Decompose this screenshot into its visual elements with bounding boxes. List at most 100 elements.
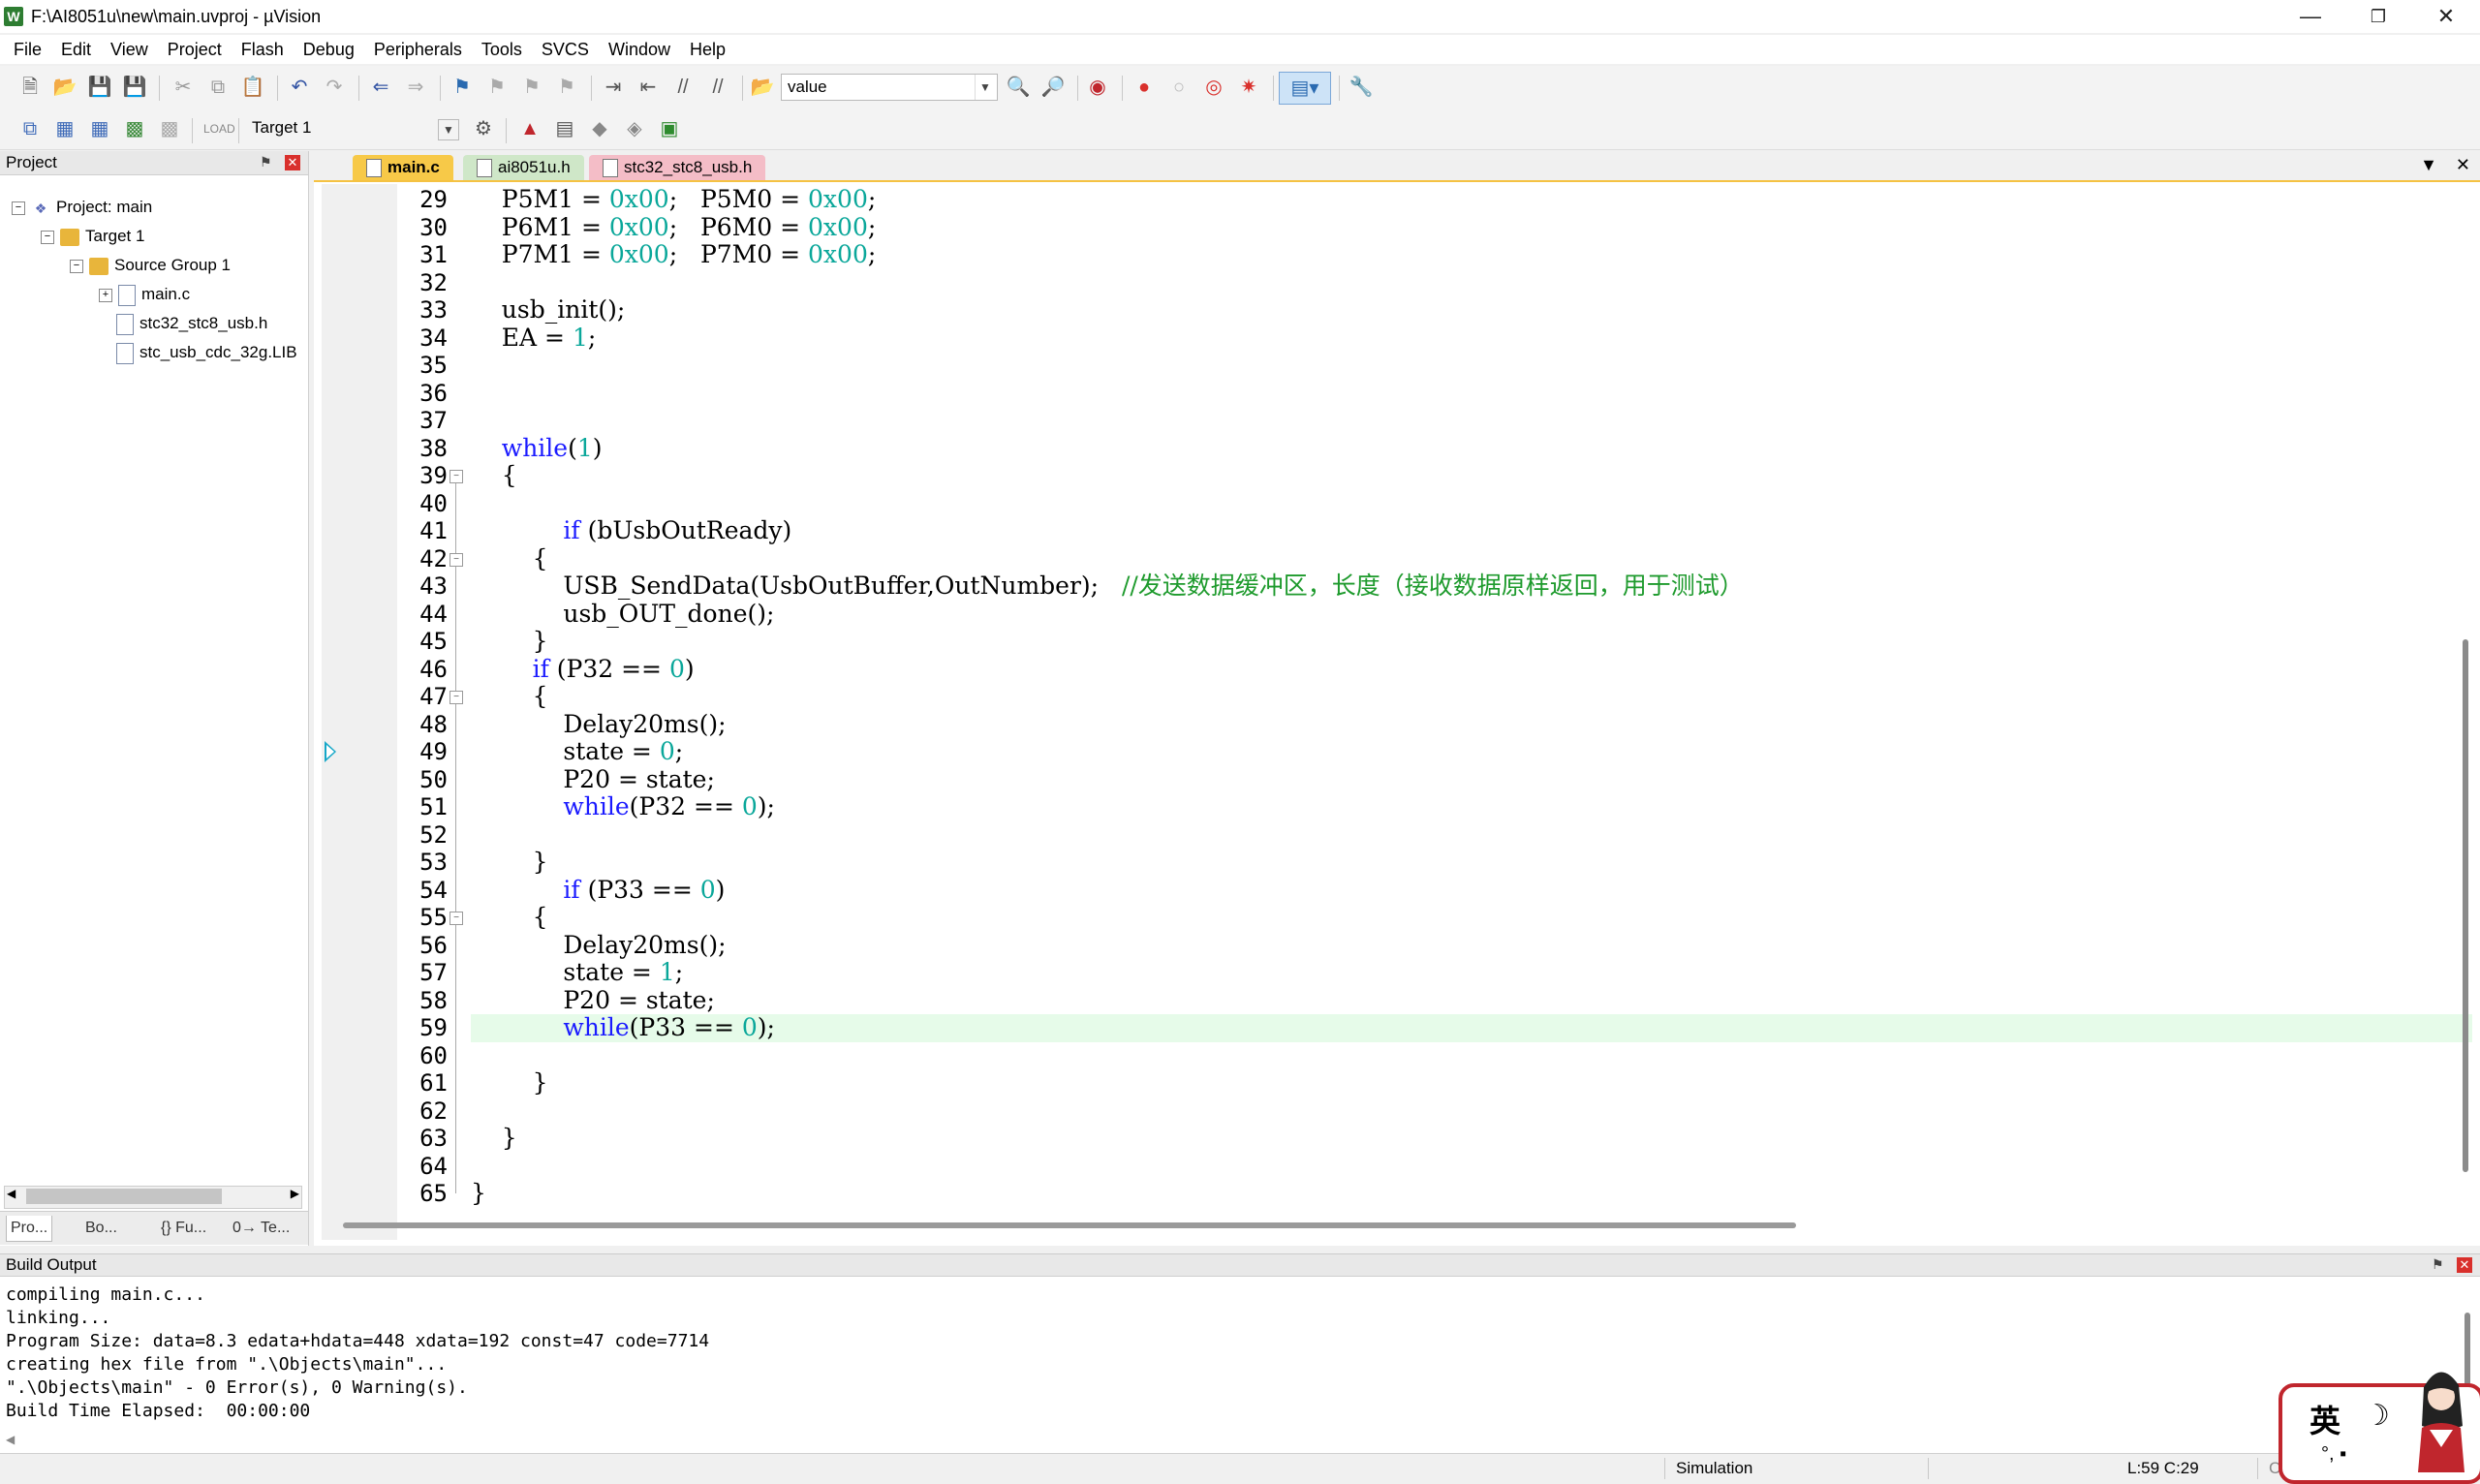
menu-svcs[interactable]: SVCS [532,35,599,64]
kill-all-breakpoints-icon[interactable]: ✷ [1236,75,1261,100]
code-line[interactable] [471,1042,2472,1070]
comment-icon[interactable]: // [670,75,696,100]
manage-components-icon[interactable]: ▤ [552,116,577,141]
tab-books[interactable]: Bo... [81,1216,121,1241]
code-line[interactable]: P7M1 = 0x00; P7M0 = 0x00; [471,240,2472,269]
new-file-icon[interactable]: 🗎 [17,75,43,100]
code-line[interactable]: if (P32 == 0) [471,655,2472,684]
ime-status-widget[interactable]: 英 ☽ °, ▪ [2278,1372,2480,1484]
find-icon[interactable]: 🔍 [1006,75,1031,100]
code-line[interactable]: P20 = state; [471,765,2472,794]
disable-all-breakpoints-icon[interactable]: ◎ [1201,75,1226,100]
window-layout-icon[interactable]: ▤▾ [1279,72,1331,105]
code-text[interactable]: P5M1 = 0x00; P5M0 = 0x00; P6M1 = 0x00; P… [471,185,2472,1208]
close-icon[interactable]: ✕ [2457,1257,2472,1273]
copy-icon[interactable]: ⧉ [205,75,231,100]
save-icon[interactable]: 💾 [87,75,112,100]
redo-icon[interactable]: ↷ [322,75,347,100]
code-line[interactable] [471,490,2472,518]
close-icon[interactable]: ✕ [285,155,300,170]
code-line[interactable] [471,1153,2472,1181]
clear-bookmarks-icon[interactable]: ⚑ [554,75,579,100]
code-line[interactable]: Delay20ms(); [471,710,2472,739]
collapse-icon[interactable]: − [12,201,25,215]
run-time-env-icon[interactable]: ◈ [622,116,647,141]
tab-project[interactable]: Pro... [6,1216,53,1242]
close-icon[interactable]: ✕ [2456,155,2470,174]
code-line[interactable]: while(P33 == 0); [471,1013,2472,1042]
paste-icon[interactable]: 📋 [240,75,265,100]
editor-vertical-scrollbar[interactable] [2461,184,2474,1240]
fold-toggle-icon[interactable]: − [450,691,463,704]
file-extensions-icon[interactable]: ▲ [517,116,542,141]
code-line[interactable]: { [471,461,2472,490]
scrollbar-thumb[interactable] [2463,639,2468,1172]
code-line[interactable] [471,380,2472,408]
tab-ai8051u-h[interactable]: ai8051u.h [463,155,584,180]
menu-flash[interactable]: Flash [232,35,294,64]
tab-stc32-stc8-usb-h[interactable]: stc32_stc8_usb.h [589,155,766,180]
pin-icon[interactable]: ⚑ [260,154,272,170]
code-line[interactable]: P5M1 = 0x00; P5M0 = 0x00; [471,185,2472,214]
tree-item-project[interactable]: − ❖ Project: main [12,194,152,221]
code-line[interactable]: } [471,848,2472,877]
chevron-down-icon[interactable]: ▼ [975,75,995,100]
save-all-icon[interactable]: 💾 [122,75,147,100]
select-packs-icon[interactable]: ◆ [587,116,612,141]
tree-item-main-c[interactable]: + main.c [99,281,190,308]
find-in-files-icon[interactable]: 📂 [750,75,775,100]
scroll-right-icon[interactable]: ▶ [291,1187,299,1200]
code-line[interactable] [471,821,2472,850]
menu-help[interactable]: Help [680,35,735,64]
download-icon[interactable]: LOAD [203,116,235,141]
menu-view[interactable]: View [101,35,158,64]
code-line[interactable]: } [471,1068,2472,1098]
menu-file[interactable]: File [0,35,51,64]
moon-icon[interactable]: ☽ [2364,1399,2390,1433]
scrollbar-thumb[interactable] [26,1189,222,1204]
code-line[interactable] [471,269,2472,297]
menu-tools[interactable]: Tools [472,35,532,64]
tab-list-icon[interactable]: ▼ [2420,155,2437,174]
scroll-left-icon[interactable]: ◀ [6,1433,15,1446]
minimize-button[interactable]: — [2277,0,2344,33]
fold-toggle-icon[interactable]: − [450,552,463,567]
tab-templates[interactable]: 0→ Te... [229,1216,294,1241]
code-line[interactable]: while(P32 == 0); [471,792,2472,821]
indent-icon[interactable]: ⇥ [601,75,626,100]
code-line[interactable]: } [471,1124,2472,1153]
tree-item-usb-header[interactable]: stc32_stc8_usb.h [116,310,267,337]
fold-toggle-icon[interactable]: − [450,470,463,483]
code-line[interactable]: P20 = state; [471,986,2472,1015]
code-line[interactable]: usb_OUT_done(); [471,600,2472,629]
code-line[interactable] [471,407,2472,435]
target-select[interactable]: Target 1 ▼ [246,115,461,142]
menu-peripherals[interactable]: Peripherals [364,35,472,64]
code-line[interactable]: { [471,903,2472,932]
tree-item-usb-lib[interactable]: stc_usb_cdc_32g.LIB [116,339,306,366]
next-bookmark-icon[interactable]: ⚑ [519,75,544,100]
chevron-down-icon[interactable]: ▼ [438,119,459,140]
code-line[interactable] [471,352,2472,380]
menu-edit[interactable]: Edit [51,35,101,64]
unindent-icon[interactable]: ⇤ [636,75,661,100]
disable-breakpoint-icon[interactable]: ○ [1166,75,1192,100]
collapse-icon[interactable]: − [41,230,54,244]
code-line[interactable]: usb_init(); [471,295,2472,325]
code-line[interactable]: while(1) [471,434,2472,463]
batch-build-icon[interactable]: ▩ [122,116,147,141]
code-line[interactable]: Delay20ms(); [471,931,2472,960]
nav-back-icon[interactable]: ⇐ [368,75,393,100]
stop-build-icon[interactable]: ▩ [157,116,182,141]
nav-forward-icon[interactable]: ⇒ [403,75,428,100]
uncomment-icon[interactable]: // [705,75,730,100]
code-line[interactable]: } [471,627,2472,656]
code-line[interactable]: } [471,1179,2472,1208]
code-line[interactable]: { [471,682,2472,711]
tab-functions[interactable]: {} Fu... [157,1216,210,1241]
tree-item-target[interactable]: − Target 1 [41,223,144,250]
open-file-icon[interactable]: 📂 [52,75,78,100]
menu-window[interactable]: Window [599,35,680,64]
code-line[interactable]: EA = 1; [471,324,2472,353]
ime-language-indicator[interactable]: 英 [2310,1397,2340,1441]
